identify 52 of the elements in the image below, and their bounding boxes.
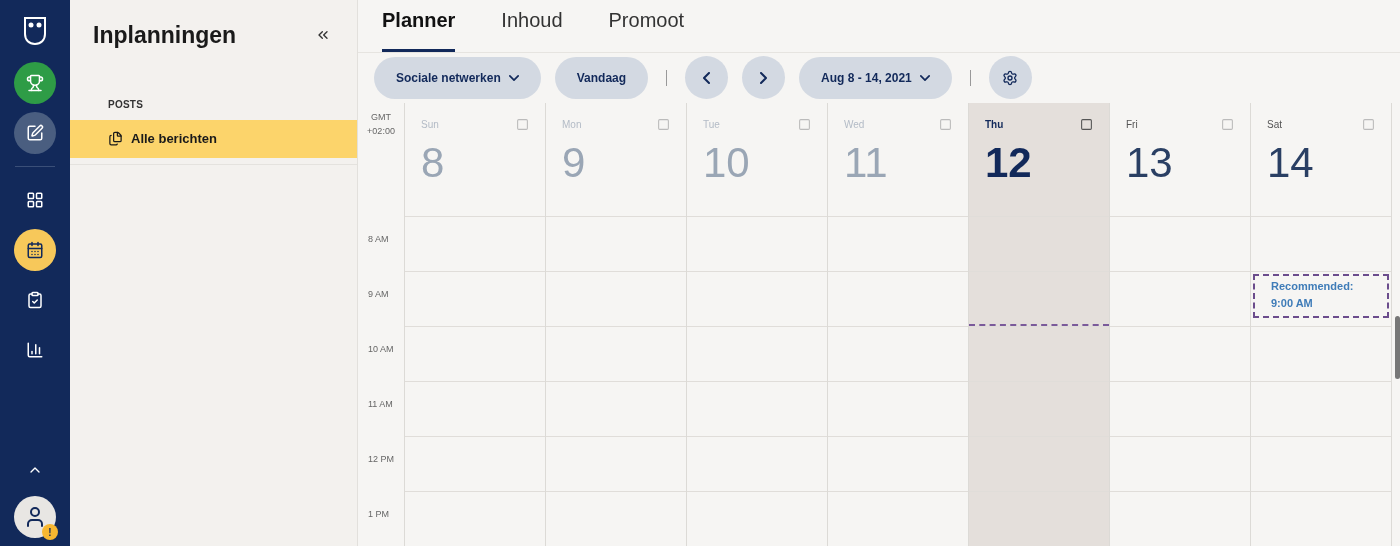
timezone-label: GMT +02:00 xyxy=(366,111,396,138)
tab[interactable]: Inhoud xyxy=(501,4,563,52)
day-name: Sun xyxy=(421,118,439,132)
avatar[interactable] xyxy=(14,496,56,538)
hour-label: 10 AM xyxy=(368,344,394,354)
caret-down-icon xyxy=(919,74,930,81)
hour-label: 1 PM xyxy=(368,509,389,519)
compose-icon xyxy=(26,124,44,142)
date-range-dropdown[interactable]: Aug 8 - 14, 2021 xyxy=(799,56,952,99)
network-filter-dropdown[interactable]: Sociale netwerken xyxy=(374,56,541,99)
hour-label: 12 PM xyxy=(368,454,394,464)
trophy-button[interactable] xyxy=(14,62,56,104)
day-number: 11 xyxy=(844,138,889,188)
chevron-left-icon xyxy=(703,71,711,84)
scrollbar-thumb[interactable] xyxy=(1395,316,1400,379)
alert-badge: ! xyxy=(42,524,58,540)
day-number: 8 xyxy=(421,138,446,188)
calendar-icon xyxy=(26,241,44,259)
day-number: 10 xyxy=(703,138,751,188)
tab[interactable]: Planner xyxy=(382,4,456,52)
caret-down-icon xyxy=(508,74,519,81)
settings-button[interactable] xyxy=(988,56,1032,100)
day-name: Thu xyxy=(985,118,1004,132)
day-number: 13 xyxy=(1126,138,1174,188)
dashboard-icon xyxy=(26,191,44,209)
documents-icon xyxy=(108,131,123,146)
day-name: Wed xyxy=(844,118,865,132)
recommendation-slot[interactable]: Recommended: 9:00 AM xyxy=(1253,274,1389,318)
settings-icon xyxy=(1002,69,1019,86)
day-name: Mon xyxy=(562,118,582,132)
owl-logo-icon[interactable] xyxy=(23,16,47,46)
day-number: 12 xyxy=(985,138,1033,188)
day-name: Fri xyxy=(1126,118,1138,132)
trophy-icon xyxy=(26,74,44,92)
hour-label: 8 AM xyxy=(368,234,389,244)
day-number: 9 xyxy=(562,138,587,188)
hour-label: 11 AM xyxy=(368,399,393,409)
analytics-icon xyxy=(26,341,44,359)
tab[interactable]: Promoot xyxy=(608,4,685,52)
compose-button[interactable] xyxy=(14,112,56,154)
hour-label: 9 AM xyxy=(368,289,389,299)
calendar-button[interactable] xyxy=(14,229,56,271)
today-button[interactable]: Vandaag xyxy=(554,56,649,99)
day-name: Sat xyxy=(1267,118,1282,132)
panel-title: Inplanningen xyxy=(93,21,237,50)
panel-item[interactable]: Alle berichten xyxy=(70,119,357,158)
chevron-right-icon xyxy=(760,71,768,84)
clipboard-icon xyxy=(26,291,44,309)
day-number: 14 xyxy=(1267,138,1315,188)
section-label: POSTS xyxy=(108,97,145,112)
day-name: Tue xyxy=(703,118,720,132)
square-icon[interactable] xyxy=(1080,118,1093,131)
